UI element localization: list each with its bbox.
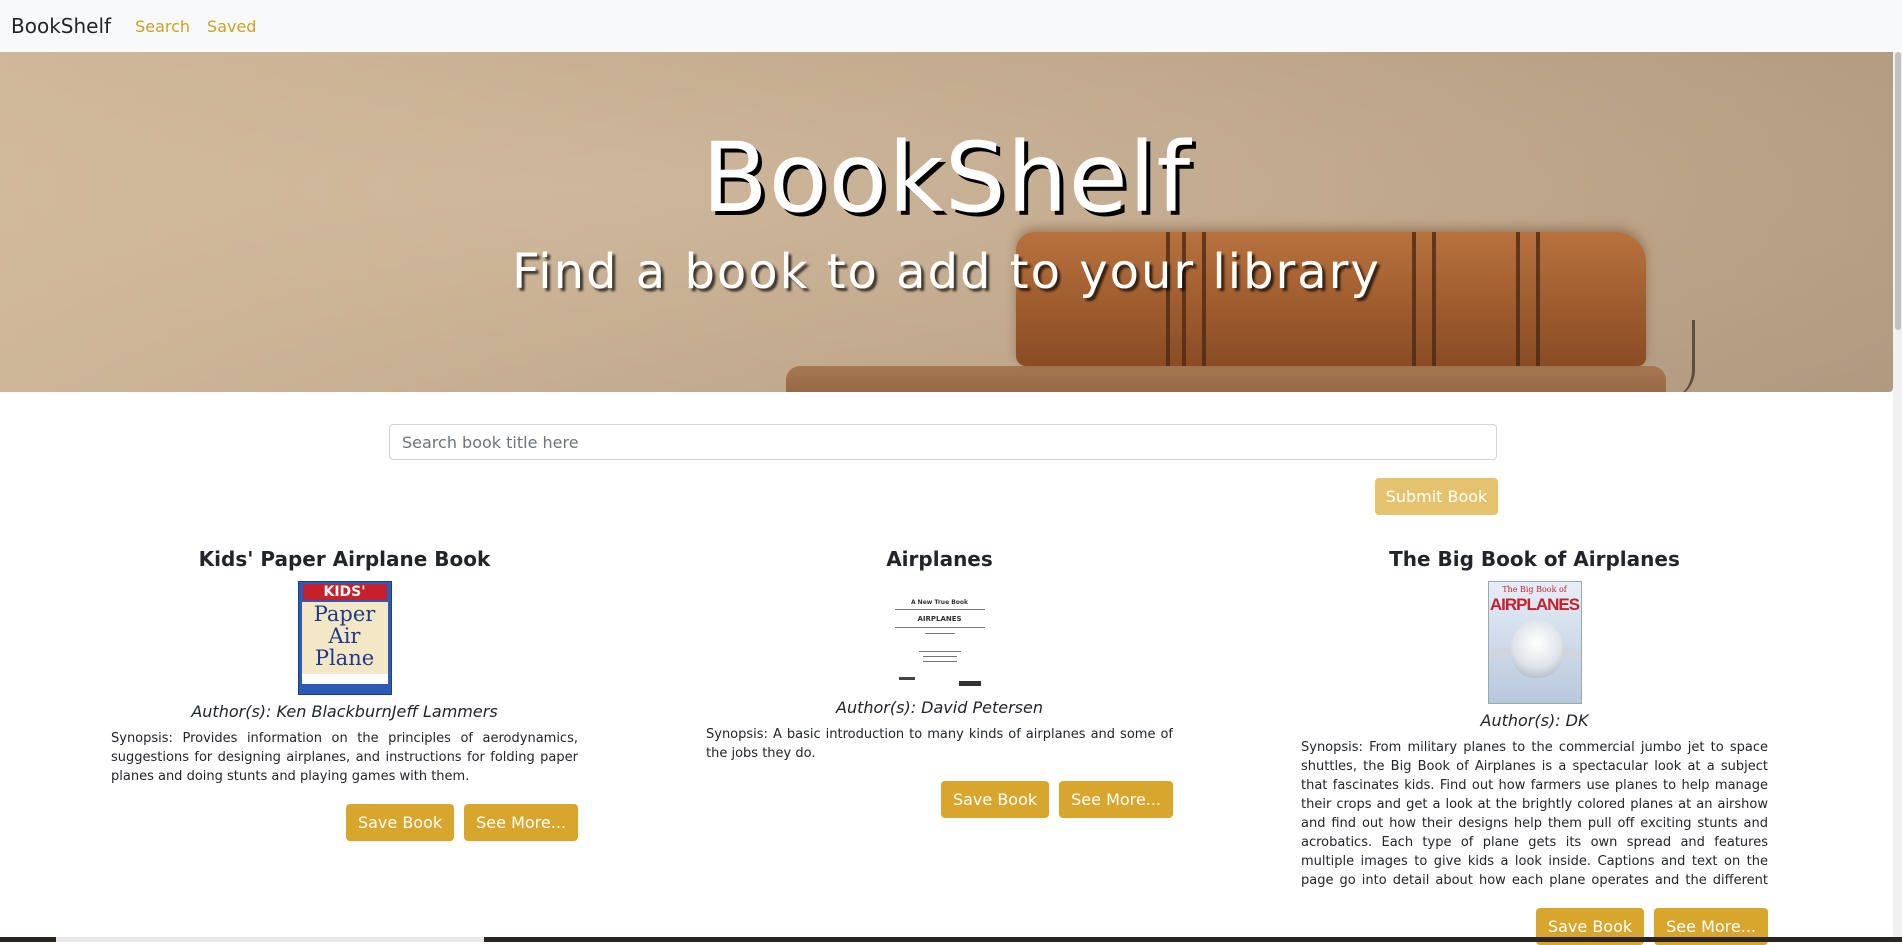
hero-book-image: [786, 366, 1666, 392]
book-cover-image: A New True Book AIRPLANES: [892, 581, 987, 691]
book-synopsis: Synopsis: From military planes to the co…: [1301, 740, 1768, 888]
page-scrollbar-thumb[interactable]: [1895, 52, 1901, 330]
book-authors: Author(s): Ken BlackburnJeff Lammers: [191, 702, 498, 721]
book-title: Airplanes: [886, 547, 993, 571]
nav-link-search[interactable]: Search: [135, 17, 190, 36]
book-cover-image: The Big Book of AIRPLANES: [1487, 581, 1582, 704]
hero-bookmark-string: [1662, 320, 1695, 392]
book-card: Kids' Paper Airplane Book KIDS' Paper Ai…: [111, 545, 578, 841]
book-authors: Author(s): DK: [1480, 711, 1589, 730]
book-synopsis: Synopsis: Provides information on the pr…: [111, 731, 578, 784]
bottom-taskbar-highlight: [56, 937, 484, 942]
book-title: The Big Book of Airplanes: [1389, 547, 1680, 571]
submit-book-button[interactable]: Submit Book: [1375, 478, 1498, 515]
save-book-button[interactable]: Save Book: [345, 804, 455, 841]
brand-link[interactable]: BookShelf: [11, 14, 111, 38]
book-title: Kids' Paper Airplane Book: [198, 547, 491, 571]
navbar: BookShelf Search Saved: [0, 0, 1902, 52]
book-synopsis: Synopsis: A basic introduction to many k…: [706, 727, 1173, 761]
search-input[interactable]: [389, 424, 1497, 460]
nav-link-saved[interactable]: Saved: [207, 17, 256, 36]
hero-title: BookShelf: [701, 122, 1192, 234]
save-book-button[interactable]: Save Book: [940, 781, 1050, 818]
hero-banner: BookShelf Find a book to add to your lib…: [0, 52, 1893, 392]
book-card: The Big Book of Airplanes The Big Book o…: [1301, 545, 1768, 945]
see-more-button[interactable]: See More...: [464, 804, 578, 841]
hero-subtitle: Find a book to add to your library: [512, 244, 1381, 300]
book-cover-image: KIDS' Paper Air Plane: [297, 581, 392, 695]
book-authors: Author(s): David Petersen: [836, 698, 1043, 717]
see-more-button[interactable]: See More...: [1059, 781, 1173, 818]
book-card: Airplanes A New True Book AIRPLANES Auth…: [706, 545, 1173, 818]
